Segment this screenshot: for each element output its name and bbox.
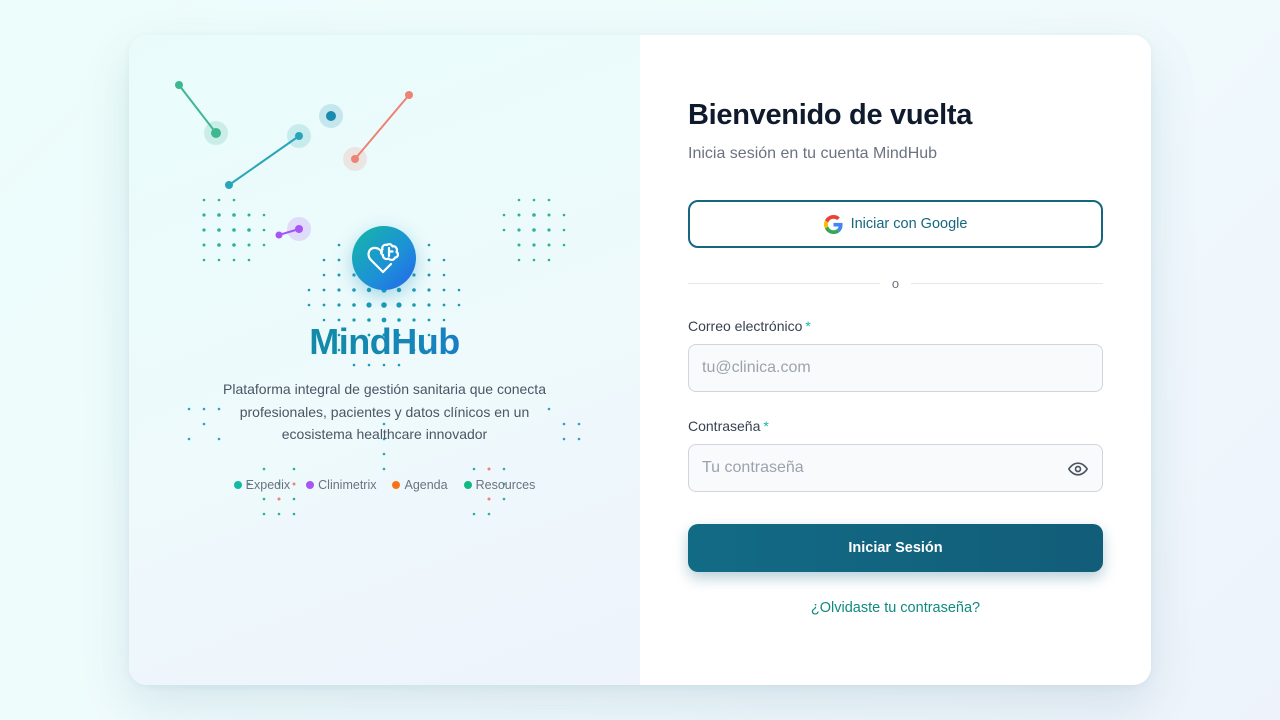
page-title: Bienvenido de vuelta xyxy=(688,99,973,131)
google-signin-button[interactable]: Iniciar con Google xyxy=(688,200,1103,248)
module-label: Clinimetrix xyxy=(318,478,377,492)
google-icon xyxy=(823,214,843,234)
eye-icon[interactable] xyxy=(1067,458,1089,480)
signin-button[interactable]: Iniciar Sesión xyxy=(688,524,1103,572)
module-label: Agenda xyxy=(404,478,448,492)
status-dot xyxy=(306,481,315,489)
or-divider: o xyxy=(688,273,1104,293)
divider-line xyxy=(688,282,880,284)
brain-heart-icon xyxy=(352,226,416,290)
google-button-label: Iniciar con Google xyxy=(850,216,968,232)
password-field[interactable] xyxy=(688,444,1103,492)
divider-line xyxy=(911,282,1104,284)
email-field[interactable] xyxy=(688,344,1103,392)
page-subtitle: Inicia sesión en tu cuenta MindHub xyxy=(688,145,938,162)
login-panel: Bienvenido de vuelta Inicia sesión en tu… xyxy=(640,35,1151,685)
module-label: Expedix xyxy=(245,478,291,492)
forgot-password-link[interactable]: ¿Olvidaste tu contraseña? xyxy=(688,600,1103,616)
divider-text: o xyxy=(891,275,900,291)
status-dot xyxy=(463,481,472,489)
brand-panel: MindHub Plataforma integral de gestión s… xyxy=(129,35,640,685)
required-mark: * xyxy=(763,418,769,434)
required-mark: * xyxy=(805,318,811,334)
status-dot xyxy=(392,481,401,489)
module-item-clinimetrix: Clinimetrix xyxy=(306,478,376,492)
password-label-text: Contraseña xyxy=(688,418,761,434)
module-item-expedix: Expedix xyxy=(233,478,291,492)
brand-name: MindHub xyxy=(129,321,640,363)
password-label: Contraseña * xyxy=(688,418,769,434)
module-item-resources: Resources xyxy=(463,478,536,492)
brand-tagline: Plataforma integral de gestión sanitaria… xyxy=(223,381,546,442)
status-dot xyxy=(233,481,242,489)
email-label: Correo electrónico * xyxy=(688,318,811,334)
module-list: Expedix Clinimetrix Agenda Resources xyxy=(129,478,640,492)
module-item-agenda: Agenda xyxy=(392,478,448,492)
login-card: MindHub Plataforma integral de gestión s… xyxy=(129,35,1151,685)
email-label-text: Correo electrónico xyxy=(688,318,803,334)
module-label: Resources xyxy=(475,478,536,492)
